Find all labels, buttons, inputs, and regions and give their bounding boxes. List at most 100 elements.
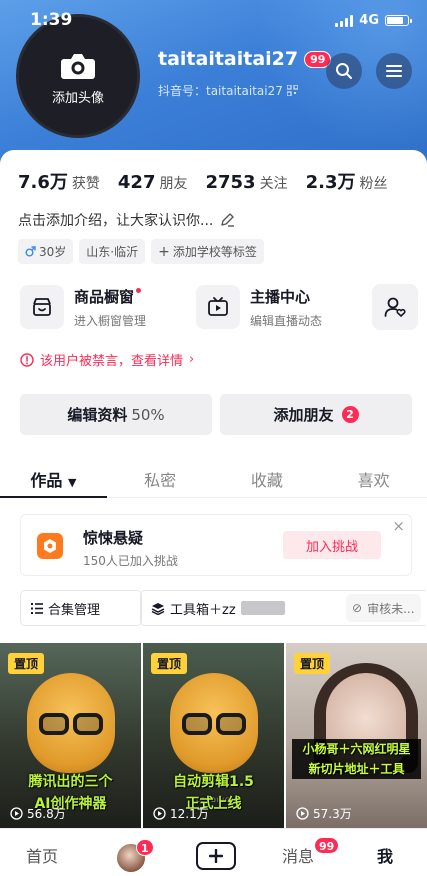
add-school-text: 添加学校等标签 — [172, 245, 257, 259]
male-icon — [25, 246, 36, 257]
stat-value: 2753 — [205, 172, 256, 193]
collection-label: 合集管理 — [48, 602, 101, 618]
shop-text: 商品橱窗 进入橱窗管理 — [74, 286, 146, 329]
nav-home[interactable]: 首页 — [26, 843, 58, 867]
tab-likes[interactable]: 喜欢 — [320, 458, 427, 497]
shop-window-entry[interactable]: 商品橱窗 进入橱窗管理 — [20, 283, 146, 331]
stat-label: 获赞 — [71, 176, 100, 192]
live-subtitle: 编辑直播动态 — [250, 313, 323, 328]
glasses — [38, 713, 103, 735]
search-icon — [336, 63, 352, 79]
video-caption: 小杨哥＋六网红明星 新切片地址＋工具 — [292, 739, 421, 779]
banned-text: 该用户被禁言，查看详情 — [40, 354, 184, 369]
warning-icon — [20, 352, 34, 367]
age-tag[interactable]: 30岁 — [18, 239, 74, 264]
search-button[interactable] — [326, 53, 362, 89]
review-status-pill[interactable]: ⊘ 审核未... — [346, 594, 421, 622]
caret-down-icon: ▼ — [67, 476, 77, 489]
profile-stats: 7.6万 获赞 427 朋友 2753 关注 2.3万 粉丝 — [18, 168, 405, 194]
pinned-badge: 置顶 — [8, 653, 45, 674]
view-count: 12.1万 — [153, 805, 209, 822]
douyin-id[interactable]: 抖音号：taitaitaitai27 — [158, 82, 298, 99]
signal-icon — [335, 14, 354, 27]
layers-icon — [151, 602, 165, 615]
chevron-right-icon: › — [189, 352, 195, 367]
pinned-badge: 置顶 — [151, 653, 188, 674]
shop-title-text: 商品橱窗 — [74, 287, 135, 306]
nav-friend-badge: 1 — [136, 839, 154, 856]
add-friend-button[interactable]: 添加朋友 2 — [220, 394, 412, 435]
bottom-nav: 首页 1 消息 99 我 — [0, 828, 427, 876]
stat-following[interactable]: 2753 关注 — [205, 172, 287, 193]
view-count-text: 57.3万 — [313, 807, 352, 821]
shop-subtitle: 进入橱窗管理 — [74, 313, 147, 328]
review-label: 审核未... — [367, 601, 415, 616]
status-time: 1:39 — [30, 10, 73, 30]
friend-recommend-button[interactable] — [372, 284, 418, 330]
stat-label: 关注 — [259, 176, 288, 192]
stat-friends[interactable]: 427 朋友 — [118, 172, 188, 193]
profile-tags: 30岁 山东·临沂 + 添加学校等标签 — [18, 239, 264, 264]
stat-label: 粉丝 — [359, 176, 388, 192]
collection-manage-button[interactable]: 合集管理 — [20, 590, 142, 626]
view-count-text: 12.1万 — [170, 807, 209, 821]
stat-value: 427 — [117, 172, 156, 193]
video-thumbnail[interactable]: 置顶 小杨哥＋六网红明星 新切片地址＋工具 57.3万 — [286, 643, 427, 828]
plus-icon — [209, 849, 223, 863]
challenge-title: 惊悚悬疑 — [83, 529, 144, 547]
toolbox-label: 工具箱＋zz — [170, 602, 236, 618]
close-icon[interactable]: × — [392, 517, 405, 535]
edit-profile-button[interactable]: 编辑资料 50% — [20, 394, 212, 435]
plus-icon: + — [158, 243, 170, 260]
shop-icon — [20, 285, 64, 329]
edit-pencil-icon — [221, 213, 235, 227]
nav-messages[interactable]: 消息 — [282, 843, 314, 867]
shop-title: 商品橱窗 — [74, 286, 146, 307]
qr-code-icon — [286, 85, 298, 96]
glasses — [181, 713, 246, 735]
status-bar: 1:39 4G — [0, 10, 427, 34]
camera-icon — [61, 53, 95, 79]
edit-profile-label: 编辑资料 — [67, 406, 128, 424]
challenge-card[interactable]: 惊悚悬疑 150人已加入挑战 加入挑战 × — [20, 514, 412, 576]
play-icon — [296, 807, 309, 820]
avatar-label: 添加头像 — [51, 90, 104, 106]
network-type: 4G — [359, 13, 379, 28]
pinned-badge: 置顶 — [294, 653, 331, 674]
live-title: 主播中心 — [250, 287, 311, 306]
content-tabs: 作品 ▼ 私密 收藏 喜欢 — [0, 458, 427, 498]
douyin-id-text: 抖音号：taitaitaitai27 — [158, 84, 283, 98]
stat-followers[interactable]: 2.3万 粉丝 — [306, 168, 388, 194]
menu-icon — [386, 65, 402, 77]
username-row: taitaitaitai27 99 — [158, 48, 332, 70]
edit-progress: 50% — [131, 405, 165, 424]
add-school-tag[interactable]: + 添加学校等标签 — [151, 239, 264, 264]
status-indicators: 4G — [335, 13, 412, 28]
location-tag[interactable]: 山东·临沂 — [79, 239, 146, 264]
banned-notice[interactable]: 该用户被禁言，查看详情 › — [20, 350, 194, 369]
add-friend-label: 添加朋友 — [273, 406, 334, 424]
prohibited-icon: ⊘ — [352, 601, 363, 615]
user-heart-icon — [384, 297, 406, 317]
list-icon — [31, 602, 43, 614]
tab-favorites[interactable]: 收藏 — [214, 458, 321, 497]
play-icon — [10, 807, 23, 820]
challenge-icon — [37, 533, 63, 559]
video-thumbnail[interactable]: 置顶 自动剪辑1.5 正式上线 LOADING 12.1万 — [143, 643, 284, 828]
stat-label: 朋友 — [159, 176, 188, 192]
tab-private[interactable]: 私密 — [107, 458, 214, 497]
bio[interactable]: 点击添加介绍，让大家认识你... — [18, 210, 235, 230]
nav-messages-badge: 99 — [314, 837, 340, 854]
live-center-entry[interactable]: 主播中心 编辑直播动态 — [196, 283, 322, 331]
create-button[interactable] — [196, 842, 236, 870]
stat-likes[interactable]: 7.6万 获赞 — [18, 168, 100, 194]
video-thumbnail[interactable]: 置顶 腾讯出的三个 AI创作神器 LOADING 56.8万 — [0, 643, 141, 828]
join-challenge-button[interactable]: 加入挑战 — [283, 531, 381, 559]
video-grid: 置顶 腾讯出的三个 AI创作神器 LOADING 56.8万 置顶 自动剪辑1.… — [0, 643, 427, 828]
view-count-text: 56.8万 — [27, 807, 66, 821]
menu-button[interactable] — [376, 53, 412, 89]
play-icon — [153, 807, 166, 820]
stat-value: 7.6万 — [18, 172, 68, 193]
tab-works[interactable]: 作品 ▼ — [0, 458, 107, 498]
nav-me[interactable]: 我 — [377, 843, 393, 867]
